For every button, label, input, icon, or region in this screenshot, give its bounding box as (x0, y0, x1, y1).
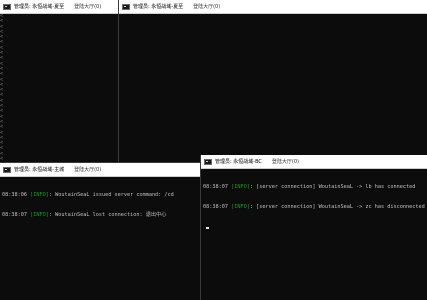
console-window-1[interactable]: 管理员: 永恒战域-夏至 登陆大厅(0) < < < < < < < < < <… (0, 0, 118, 162)
log-line: 08:38:06 [INFO]: WoutainSeaL issued serv… (2, 192, 198, 199)
window-title-extra: 登陆大厅(0) (193, 4, 221, 10)
window-titlebar[interactable]: 管理员: 永恒战域-BC 登陆大厅(0) (201, 155, 427, 169)
window-divider (118, 0, 119, 162)
log-line: 08:38:07 [INFO]: [server connection] Wou… (203, 204, 425, 211)
command-prompt-icon (204, 158, 212, 165)
log-line: 08:38:07 [INFO]: WoutainSeaL lost connec… (2, 212, 198, 219)
window-titlebar[interactable]: 管理员: 永恒战域-夏至 登陆大厅(0) (0, 0, 118, 14)
log-message: : WoutainSeaL issued server command: /cd (48, 192, 174, 199)
command-prompt-icon (3, 166, 11, 173)
log-line: 08:38:07 [INFO]: [server connection] Wou… (203, 184, 425, 191)
command-prompt-icon (3, 3, 11, 10)
log-time: 08:38:07 (2, 211, 27, 218)
console-output[interactable]: 08:38:07 [INFO]: [server connection] Wou… (203, 171, 425, 300)
window-title: 管理员: 永恒战域-夏至 (133, 4, 184, 10)
log-time: 08:38:07 (203, 203, 228, 210)
log-time: 08:38:07 (203, 184, 228, 191)
log-level: [INFO] (231, 184, 250, 191)
window-title-extra: 登陆大厅(0) (271, 159, 300, 165)
window-titlebar[interactable]: 管理员: 永恒战域-主城 登陆大厅(0) (0, 163, 200, 177)
console-window-2[interactable]: 管理员: 永恒战域-夏至 登陆大厅(0) (119, 0, 427, 162)
command-prompt-icon (122, 3, 130, 10)
console-window-3[interactable]: 管理员: 永恒战域-主城 登陆大厅(0) 08:38:06 [INFO]: Wo… (0, 163, 200, 300)
log-level: [INFO] (30, 192, 49, 199)
window-title-extra: 登陆大厅(0) (74, 4, 102, 10)
log-time: 08:38:06 (2, 192, 27, 199)
log-level: [INFO] (30, 211, 49, 218)
window-titlebar[interactable]: 管理员: 永恒战域-夏至 登陆大厅(0) (119, 0, 427, 14)
log-level: [INFO] (231, 203, 250, 210)
window-title: 管理员: 永恒战域-夏至 (14, 4, 65, 10)
console-line-markers: < < < < < < < < < < < < < < < < < < < < … (0, 14, 4, 162)
window-divider (200, 155, 201, 300)
log-message: : WoutainSeaL lost connection: 退出中心 (48, 211, 167, 218)
window-divider (0, 162, 200, 163)
window-title-extra: 登陆大厅(0) (74, 167, 102, 173)
window-title: 管理员: 永恒战域-主城 (14, 167, 65, 173)
text-cursor (206, 227, 209, 229)
log-message: : [server connection] WoutainSeaL -> lb … (249, 184, 416, 191)
console-output[interactable]: 08:38:06 [INFO]: WoutainSeaL issued serv… (2, 179, 198, 300)
console-window-4[interactable]: 管理员: 永恒战域-BC 登陆大厅(0) 08:38:07 [INFO]: [s… (201, 155, 427, 300)
prompt-line (203, 224, 425, 231)
window-title: 管理员: 永恒战域-BC (215, 159, 262, 165)
log-message: : [server connection] WoutainSeaL -> zc … (249, 203, 425, 210)
